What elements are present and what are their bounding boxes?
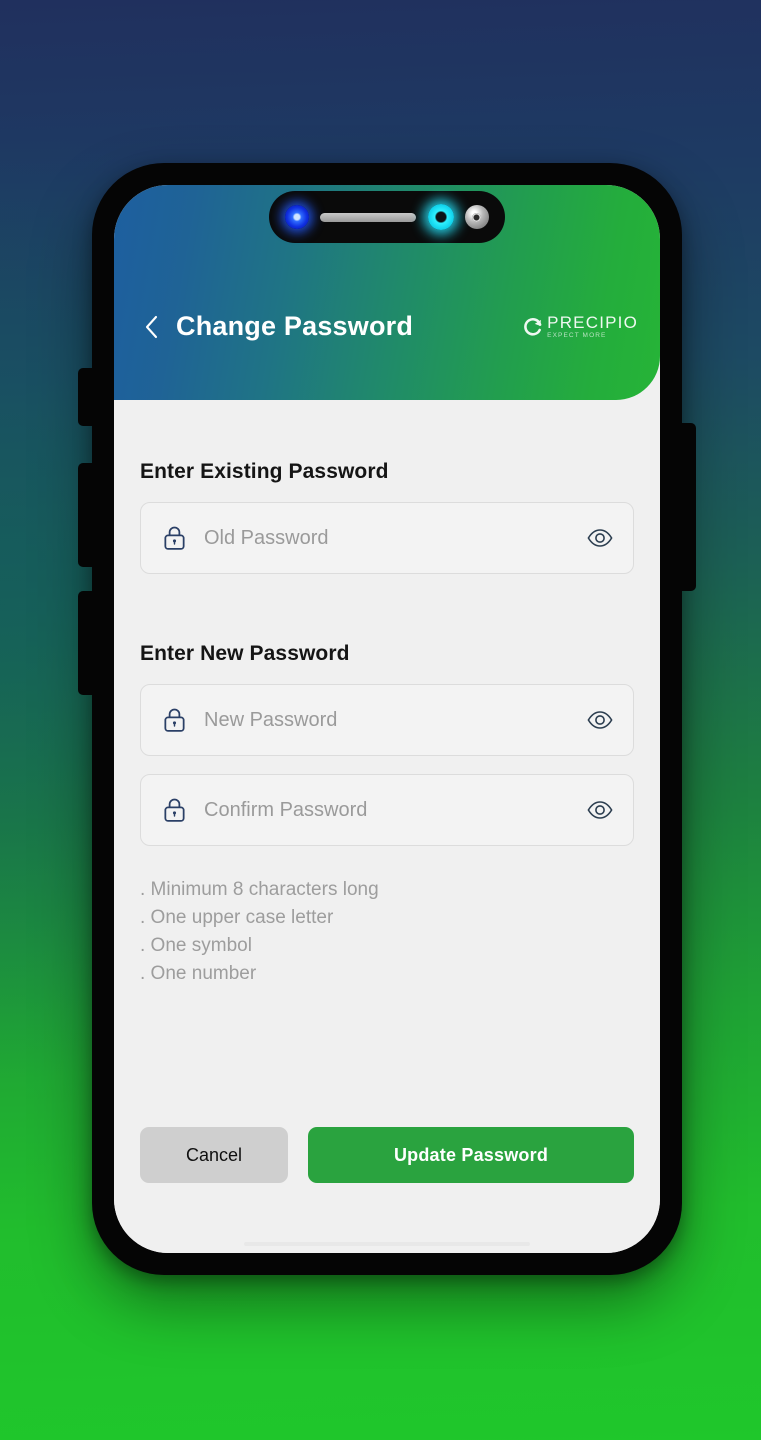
chevron-left-icon[interactable] bbox=[138, 314, 164, 340]
confirm-password-field[interactable]: Confirm Password bbox=[140, 774, 634, 846]
cancel-button[interactable]: Cancel bbox=[140, 1127, 288, 1183]
list-item: . One number bbox=[140, 963, 257, 985]
wallpaper-backdrop: Change Password PRECIPIO EXPECT MORE Ent… bbox=[0, 0, 761, 1440]
dynamic-island-notch bbox=[269, 191, 505, 243]
list-item: . One symbol bbox=[140, 935, 252, 957]
old-password-placeholder: Old Password bbox=[204, 526, 329, 549]
camera-dot-blue-icon bbox=[285, 205, 309, 229]
new-password-section-label: Enter New Password bbox=[140, 642, 350, 665]
eye-icon[interactable] bbox=[587, 529, 613, 547]
precipio-swoosh-icon bbox=[524, 317, 542, 336]
list-item: . Minimum 8 characters long bbox=[140, 879, 379, 900]
lock-icon bbox=[163, 525, 186, 551]
eye-icon[interactable] bbox=[587, 711, 613, 729]
old-password-field[interactable]: Old Password bbox=[140, 502, 634, 574]
existing-password-section-label: Enter Existing Password bbox=[140, 460, 389, 483]
page-title: Change Password bbox=[176, 311, 414, 341]
brand-tagline: EXPECT MORE bbox=[547, 331, 607, 339]
confirm-password-placeholder: Confirm Password bbox=[204, 798, 368, 821]
phone-screen: Change Password PRECIPIO EXPECT MORE Ent… bbox=[114, 185, 660, 1253]
brand-name: PRECIPIO bbox=[547, 312, 638, 332]
lock-icon bbox=[163, 707, 186, 733]
brand-text: PRECIPIO EXPECT MORE bbox=[547, 314, 638, 340]
power-button[interactable] bbox=[680, 423, 696, 591]
lock-icon bbox=[163, 797, 186, 823]
new-password-field[interactable]: New Password bbox=[140, 684, 634, 756]
new-password-placeholder: New Password bbox=[204, 708, 338, 731]
silent-switch-button[interactable] bbox=[78, 368, 94, 426]
update-password-button[interactable]: Update Password bbox=[308, 1127, 634, 1183]
camera-lens-gray-icon bbox=[464, 205, 489, 229]
phone-device-frame: Change Password PRECIPIO EXPECT MORE Ent… bbox=[78, 163, 696, 1275]
header-row: Change Password PRECIPIO EXPECT MORE bbox=[114, 311, 660, 342]
page-content: Enter Existing Password Old Password Ent… bbox=[114, 400, 660, 1253]
action-buttons-row: Cancel Update Password bbox=[140, 1127, 634, 1183]
sensor-ring-cyan-icon bbox=[427, 204, 454, 230]
eye-icon[interactable] bbox=[587, 801, 613, 819]
password-requirements-list: . Minimum 8 characters long . One upper … bbox=[140, 876, 634, 988]
precipio-logo: PRECIPIO EXPECT MORE bbox=[523, 314, 638, 340]
home-indicator[interactable] bbox=[244, 1242, 530, 1246]
volume-down-button[interactable] bbox=[78, 591, 94, 695]
speaker-grille-icon bbox=[320, 212, 417, 222]
volume-up-button[interactable] bbox=[78, 463, 94, 567]
list-item: . One upper case letter bbox=[140, 907, 334, 929]
